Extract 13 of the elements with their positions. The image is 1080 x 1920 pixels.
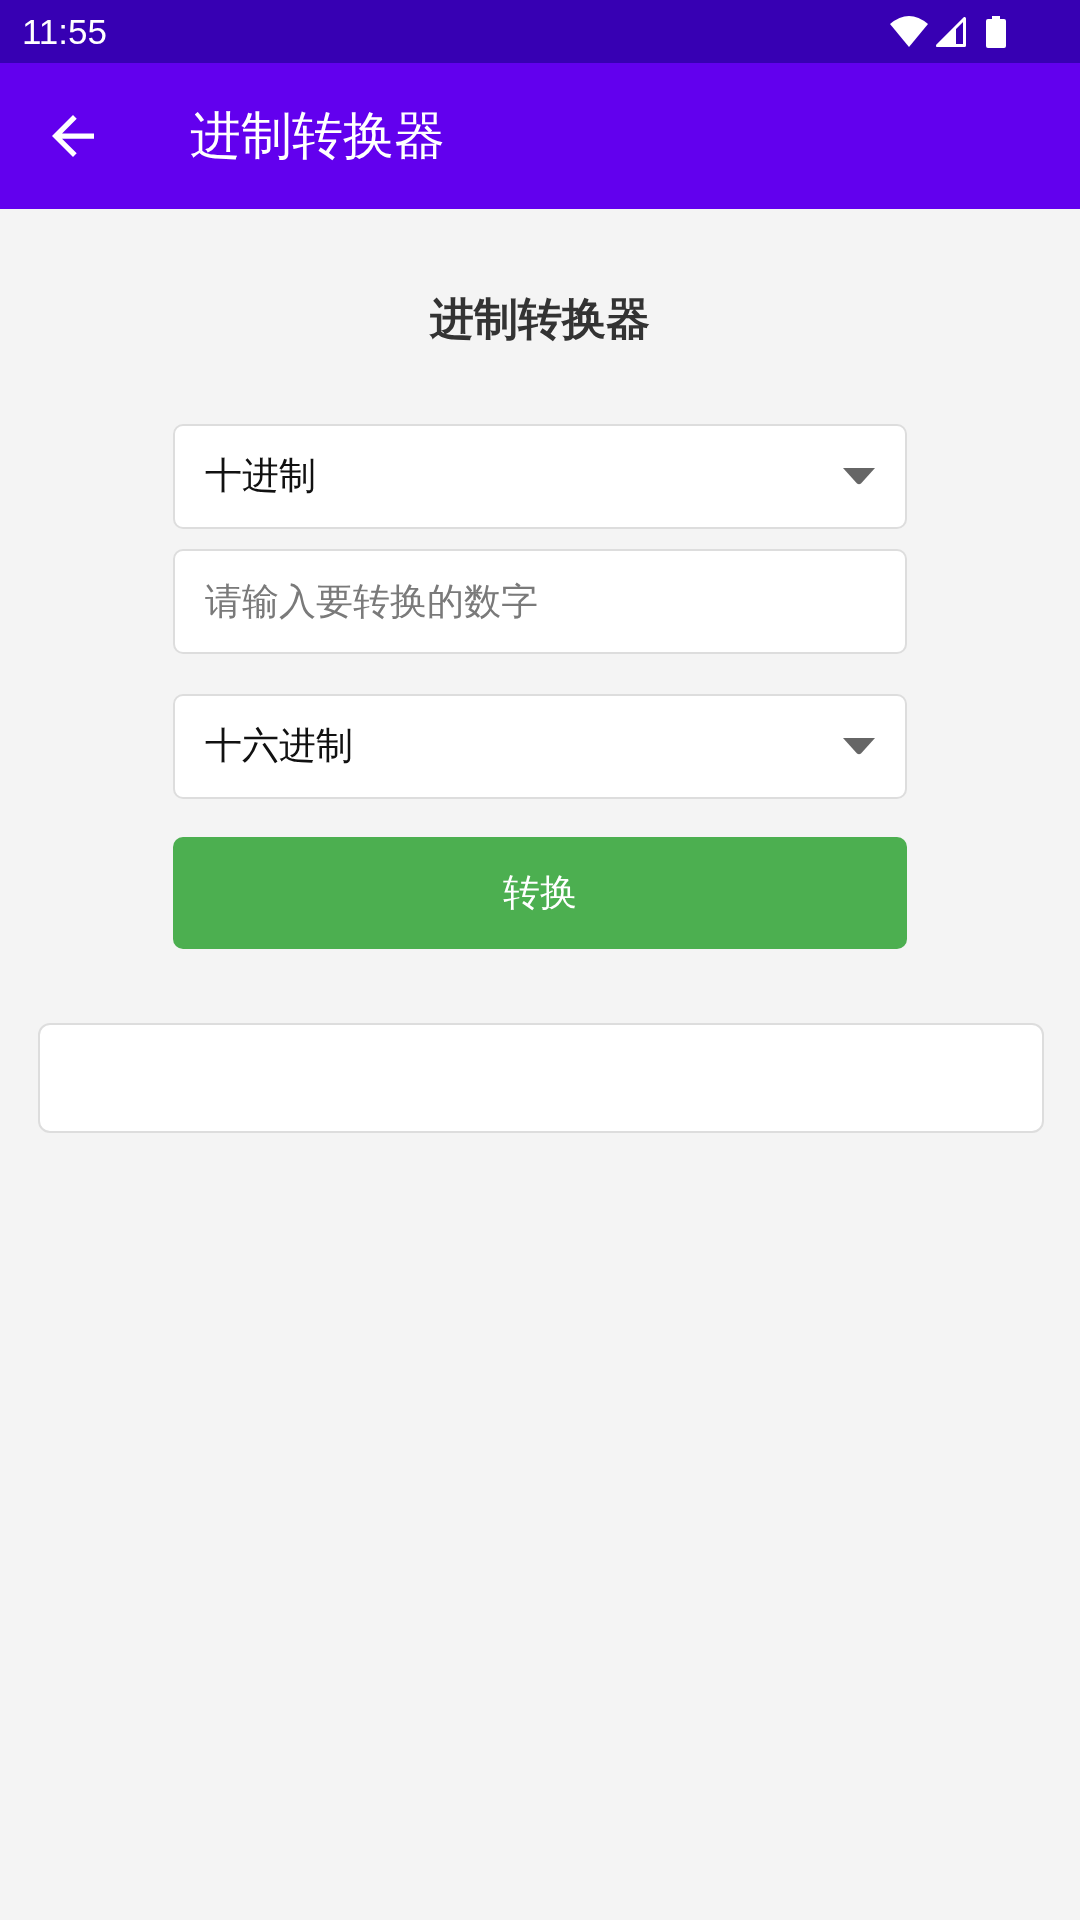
app-bar-title: 进制转换器 bbox=[190, 105, 445, 167]
wifi-icon bbox=[890, 16, 928, 47]
dropdown-select[interactable]: 十六进制 bbox=[173, 693, 907, 799]
dropdown-select[interactable]: 十进制 bbox=[173, 423, 907, 529]
dropdown-caret-icon bbox=[843, 467, 875, 485]
dropdown-caret-icon bbox=[843, 737, 875, 755]
back-arrow-icon bbox=[52, 115, 94, 157]
number-input-field[interactable]: 请输入要转换的数字 bbox=[173, 548, 907, 654]
back-button[interactable] bbox=[52, 115, 94, 157]
signal-icon bbox=[936, 16, 966, 47]
battery-icon bbox=[986, 15, 1006, 48]
page-heading: 进制转换器 bbox=[430, 293, 650, 346]
status-time: 11:55 bbox=[22, 14, 107, 49]
